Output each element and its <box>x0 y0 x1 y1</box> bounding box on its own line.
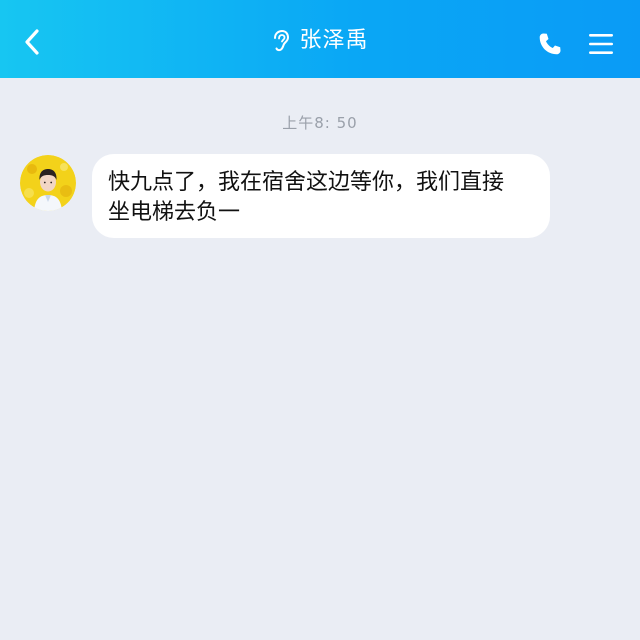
message-text-line-2: 坐电梯去负一 <box>108 200 241 225</box>
chat-screen: 张泽禹 上午8: 50 快九点了，我在宿舍这边等你，我们直接 坐电梯去负一 <box>0 0 640 640</box>
menu-button[interactable] <box>584 28 618 60</box>
message-bubble[interactable]: 快九点了，我在宿舍这边等你，我们直接 坐电梯去负一 <box>92 154 550 238</box>
avatar[interactable] <box>20 155 76 211</box>
page-title: 张泽禹 <box>299 28 369 53</box>
ear-icon <box>271 29 291 53</box>
voice-call-button[interactable] <box>534 28 566 60</box>
menu-icon <box>588 32 614 56</box>
message-timestamp: 上午8: 50 <box>282 114 358 132</box>
chat-header: 张泽禹 <box>0 0 640 78</box>
phone-icon <box>537 31 563 57</box>
message-text-line-1: 快九点了，我在宿舍这边等你，我们直接 <box>108 170 505 195</box>
